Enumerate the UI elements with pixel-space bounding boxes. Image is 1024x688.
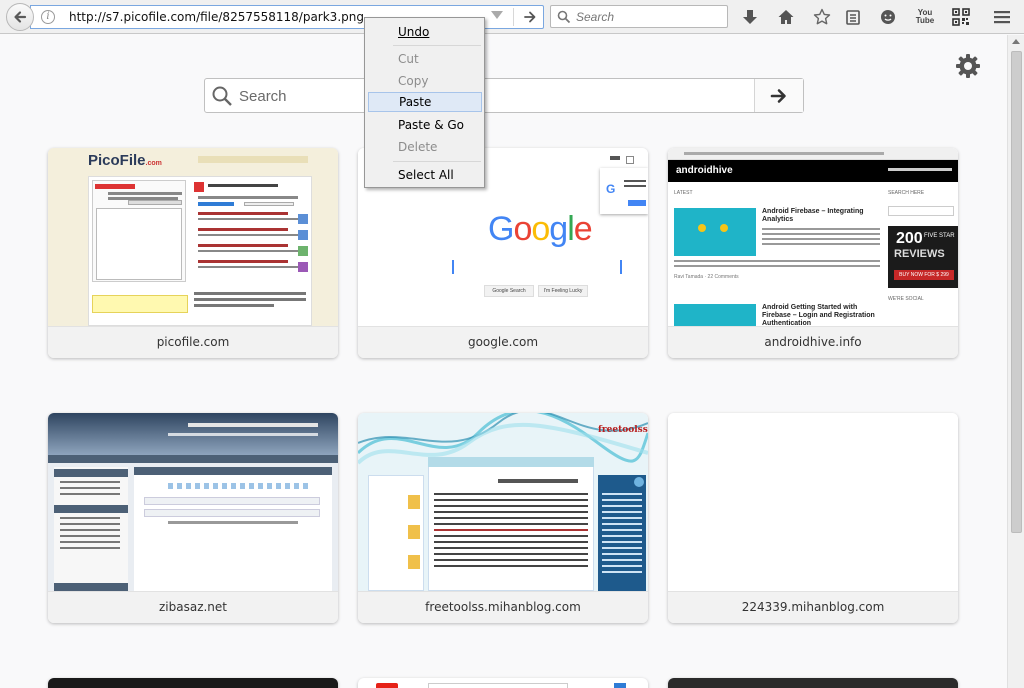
go-button[interactable] xyxy=(519,7,541,27)
arrow-right-icon xyxy=(770,88,786,103)
context-menu: Undo Cut Copy Paste Paste & Go Delete Se… xyxy=(364,17,485,188)
bookmarks-menu-button[interactable] xyxy=(842,6,864,28)
chat-button[interactable] xyxy=(877,6,899,28)
download-arrow-icon xyxy=(743,10,757,24)
tile-label: androidhive.info xyxy=(668,326,958,358)
menu-item-paste[interactable]: Paste xyxy=(368,92,482,112)
search-icon xyxy=(557,10,571,24)
url-separator xyxy=(513,8,514,26)
url-text[interactable]: http://s7.picofile.com/file/8257558118/p… xyxy=(69,10,364,24)
androidhive-searchhere: SEARCH HERE xyxy=(888,190,925,196)
home-icon xyxy=(778,10,794,24)
qr-code-button[interactable] xyxy=(950,6,972,28)
androidhive-brand: androidhive xyxy=(676,165,733,176)
androidhive-ad-reviews: REVIEWS xyxy=(894,248,945,260)
page-scrollbar[interactable] xyxy=(1007,35,1024,688)
tile-thumbnail: PicoFile.com xyxy=(48,148,338,326)
androidhive-post2: Android Getting Started with Firebase – … xyxy=(762,304,875,326)
freetoolss-brand: freetoolss xyxy=(598,425,648,435)
androidhive-ad-five: FIVE STAR xyxy=(924,233,955,239)
back-arrow-icon xyxy=(14,11,27,23)
menu-item-copy[interactable]: Copy xyxy=(368,71,482,91)
tile-label: zibasaz.net xyxy=(48,591,338,623)
bookmarks-list-icon xyxy=(846,10,860,25)
menu-item-delete[interactable]: Delete xyxy=(368,137,482,157)
androidhive-ad-buy: BUY NOW FOR $ 299 xyxy=(894,270,954,280)
newtab-search-icon xyxy=(212,86,232,106)
go-arrow-icon xyxy=(524,11,536,23)
tile-thumbnail: freetoolss xyxy=(358,413,648,591)
tile-thumbnail: androidhive LATEST SEARCH HERE Android F… xyxy=(668,148,958,326)
google-logo: Google xyxy=(488,210,593,248)
menu-item-cut[interactable]: Cut xyxy=(368,49,482,69)
hamburger-icon xyxy=(994,11,1010,24)
androidhive-comments: 22 Comments xyxy=(707,274,739,280)
back-button[interactable] xyxy=(6,3,34,31)
tile-thumbnail xyxy=(668,413,958,591)
google-search-btn: Google Search xyxy=(484,285,534,297)
tile-zibasaz[interactable]: zibasaz.net xyxy=(48,413,338,623)
search-bar[interactable]: Search xyxy=(550,5,728,28)
youtube-icon[interactable]: You Tube xyxy=(914,6,936,28)
newtab-search-box[interactable]: Search xyxy=(204,78,804,113)
newtab-settings-button[interactable] xyxy=(954,52,982,80)
tile-label: google.com xyxy=(358,326,648,358)
qr-code-icon xyxy=(952,8,970,26)
menu-separator xyxy=(393,45,481,46)
google-lucky-btn: I'm Feeling Lucky xyxy=(538,285,588,297)
tile-label: freetoolss.mihanblog.com xyxy=(358,591,648,623)
site-info-icon[interactable]: i xyxy=(41,10,55,24)
browser-toolbar: i http://s7.picofile.com/file/8257558118… xyxy=(0,0,1024,34)
tile-224339[interactable]: 224339.mihanblog.com xyxy=(668,413,958,623)
androidhive-post1: Android Firebase – Integrating Analytics xyxy=(762,208,864,223)
menu-separator xyxy=(393,161,481,162)
downloads-button[interactable] xyxy=(739,6,761,28)
menu-item-paste-and-go[interactable]: Paste & Go xyxy=(368,115,482,135)
smiley-chat-icon xyxy=(881,10,895,24)
tile-androidhive[interactable]: androidhive LATEST SEARCH HERE Android F… xyxy=(668,148,958,358)
url-history-dropdown-icon[interactable] xyxy=(491,11,503,19)
menu-item-undo[interactable]: Undo xyxy=(368,22,482,42)
newtab-search-placeholder: Search xyxy=(239,88,287,105)
tile-row3-1[interactable] xyxy=(48,678,338,688)
scroll-thumb[interactable] xyxy=(1011,51,1022,533)
tile-label: picofile.com xyxy=(48,326,338,358)
androidhive-ad-num: 200 xyxy=(896,230,923,247)
tile-row3-2[interactable] xyxy=(358,678,648,688)
androidhive-author: Ravi Tamada xyxy=(674,274,704,280)
newtab-search-go-button[interactable] xyxy=(754,79,803,112)
home-button[interactable] xyxy=(775,6,797,28)
menu-item-select-all[interactable]: Select All xyxy=(368,165,482,185)
tile-label: 224339.mihanblog.com xyxy=(668,591,958,623)
tile-freetoolss[interactable]: freetoolss freetoolss.mihanblog.com xyxy=(358,413,648,623)
bookmark-star-button[interactable] xyxy=(811,6,833,28)
tile-picofile[interactable]: PicoFile.com picofile.com xyxy=(48,148,338,358)
androidhive-latest: LATEST xyxy=(674,190,693,196)
gear-icon xyxy=(956,54,980,78)
tile-row3-3[interactable] xyxy=(668,678,958,688)
androidhive-weresocial: WE'RE SOCIAL xyxy=(888,296,924,302)
scroll-up-arrow-icon[interactable] xyxy=(1012,39,1020,44)
tile-thumbnail xyxy=(48,413,338,591)
star-icon xyxy=(813,8,831,25)
main-menu-button[interactable] xyxy=(991,6,1013,28)
search-placeholder: Search xyxy=(576,10,615,24)
picofile-logo: PicoFile.com xyxy=(88,152,162,169)
